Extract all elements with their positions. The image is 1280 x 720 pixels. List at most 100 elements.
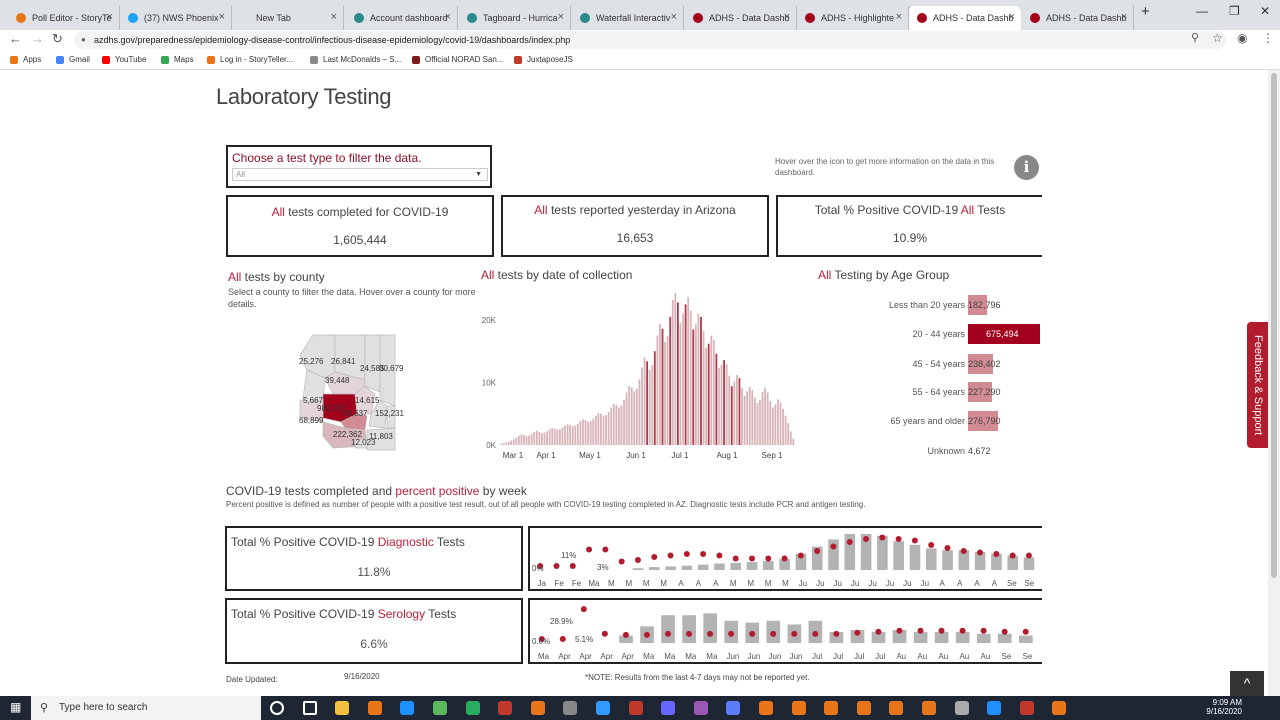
back-to-top-button[interactable]: ^	[1230, 671, 1264, 696]
date-bar[interactable]	[584, 420, 587, 445]
weekly-test-bar[interactable]	[746, 562, 758, 570]
date-bar[interactable]	[787, 423, 790, 445]
date-bar[interactable]	[582, 419, 584, 445]
weekly-percent-point[interactable]	[854, 629, 861, 636]
taskbar-app-icon[interactable]	[400, 701, 415, 715]
date-bar[interactable]	[669, 316, 672, 445]
date-bar[interactable]	[723, 360, 725, 445]
taskbar-app-icon[interactable]	[922, 701, 936, 715]
date-bar[interactable]	[718, 368, 720, 445]
weekly-test-bar[interactable]	[730, 562, 742, 570]
taskbar-app-icon[interactable]	[367, 701, 382, 715]
weekly-percent-point[interactable]	[863, 536, 870, 542]
date-bar[interactable]	[600, 413, 602, 445]
windows-start-icon[interactable]: ▦	[10, 700, 21, 714]
weekly-test-bar[interactable]	[697, 564, 709, 570]
date-bar[interactable]	[635, 388, 638, 445]
url-field[interactable]: ● azdhs.gov/preparedness/epidemiology-di…	[74, 31, 1226, 49]
date-bar[interactable]	[607, 411, 610, 445]
taskbar-clock[interactable]: 9:09 AM 9/16/2020	[1200, 698, 1242, 716]
date-bar[interactable]	[761, 391, 764, 445]
menu-icon[interactable]: ⋮	[1262, 31, 1274, 45]
date-bar[interactable]	[564, 425, 566, 445]
date-bar[interactable]	[671, 300, 674, 445]
star-icon[interactable]: ☆	[1212, 31, 1223, 45]
date-bar[interactable]	[517, 435, 520, 445]
taskbar-app-icon[interactable]	[759, 701, 773, 715]
weekly-percent-point[interactable]	[651, 554, 658, 560]
date-bar[interactable]	[648, 370, 651, 445]
weekly-test-bar[interactable]	[681, 565, 693, 570]
weekly-percent-point[interactable]	[944, 545, 951, 551]
weekly-percent-point[interactable]	[1009, 552, 1016, 559]
weekly-percent-point[interactable]	[716, 552, 723, 559]
browser-tab[interactable]: Waterfall Interactiv ×	[572, 6, 684, 30]
weekly-test-bar[interactable]	[877, 535, 888, 570]
weekly-percent-point[interactable]	[683, 551, 690, 557]
taskbar-app-icon[interactable]	[791, 701, 806, 715]
close-tab-icon[interactable]: ×	[784, 11, 790, 23]
weekly-percent-point[interactable]	[895, 536, 902, 542]
test-type-select[interactable]: All ▼	[232, 168, 488, 181]
bookmark-item[interactable]: Gmail	[56, 55, 90, 64]
close-tab-icon[interactable]: ×	[331, 11, 337, 23]
weekly-test-bar[interactable]	[942, 550, 953, 570]
date-bar[interactable]	[528, 435, 531, 445]
date-bar[interactable]	[569, 425, 572, 445]
weekly-test-bar[interactable]	[1023, 557, 1035, 570]
date-bar[interactable]	[553, 428, 556, 445]
date-bar[interactable]	[576, 423, 579, 445]
taskbar-app-icon[interactable]	[498, 701, 513, 715]
taskbar-app-icon[interactable]	[302, 701, 317, 715]
diagnostic-weekly-chart[interactable]: Ja Fe Fe Ma M M M M A A A M M M M Ju Ju Ju Ju Ju Ju Ju Ju A A A A S…	[530, 528, 1040, 589]
date-bar[interactable]	[651, 365, 654, 445]
date-bar[interactable]	[656, 335, 659, 445]
weekly-percent-point[interactable]	[559, 636, 566, 642]
taskbar-app-icon[interactable]	[824, 701, 839, 715]
taskbar-app-icon[interactable]	[1019, 701, 1034, 715]
date-bar[interactable]	[694, 324, 697, 445]
date-bar[interactable]	[625, 392, 628, 446]
date-bar[interactable]	[594, 415, 597, 445]
date-bar[interactable]	[736, 375, 738, 445]
date-bar[interactable]	[746, 391, 749, 445]
date-bar[interactable]	[741, 388, 743, 445]
weekly-test-bar[interactable]	[714, 563, 725, 570]
weekly-percent-point[interactable]	[580, 606, 587, 613]
taskbar-app-icon[interactable]	[889, 701, 904, 715]
date-bar[interactable]	[630, 387, 633, 446]
date-bar[interactable]	[602, 415, 605, 445]
date-bar[interactable]	[530, 433, 533, 445]
weekly-percent-point[interactable]	[875, 628, 882, 635]
date-bar[interactable]	[707, 343, 710, 445]
taskbar-app-icon[interactable]	[563, 701, 578, 715]
close-tab-icon[interactable]: ×	[558, 11, 564, 23]
date-bar[interactable]	[525, 436, 528, 445]
date-bar[interactable]	[546, 431, 548, 445]
weekly-test-bar[interactable]	[649, 567, 660, 570]
date-bar[interactable]	[712, 340, 715, 445]
date-bar[interactable]	[533, 431, 536, 445]
date-bar[interactable]	[684, 304, 687, 445]
weekly-percent-point[interactable]	[553, 563, 560, 569]
weekly-percent-point[interactable]	[765, 555, 772, 562]
taskbar-app-icon[interactable]	[987, 701, 1002, 715]
weekly-percent-point[interactable]	[707, 630, 714, 637]
date-bar[interactable]	[720, 365, 723, 445]
browser-tab[interactable]: Account dashboard ×	[346, 6, 458, 30]
taskbar-app-icon[interactable]	[465, 701, 480, 715]
weekly-percent-point[interactable]	[797, 552, 804, 559]
date-bar[interactable]	[682, 313, 684, 445]
taskbar-search[interactable]: ⚲ Type here to search	[31, 696, 261, 720]
weekly-percent-point[interactable]	[1025, 552, 1032, 559]
weekly-test-bar[interactable]	[925, 548, 937, 570]
weekly-percent-point[interactable]	[846, 539, 853, 545]
date-bar[interactable]	[507, 441, 510, 445]
date-bar[interactable]	[605, 415, 607, 445]
date-bar[interactable]	[515, 437, 518, 446]
weekly-percent-point[interactable]	[569, 563, 576, 569]
date-bar[interactable]	[764, 387, 767, 446]
date-bar[interactable]	[551, 428, 554, 445]
weekly-percent-point[interactable]	[732, 555, 739, 562]
weekly-percent-point[interactable]	[830, 543, 837, 550]
